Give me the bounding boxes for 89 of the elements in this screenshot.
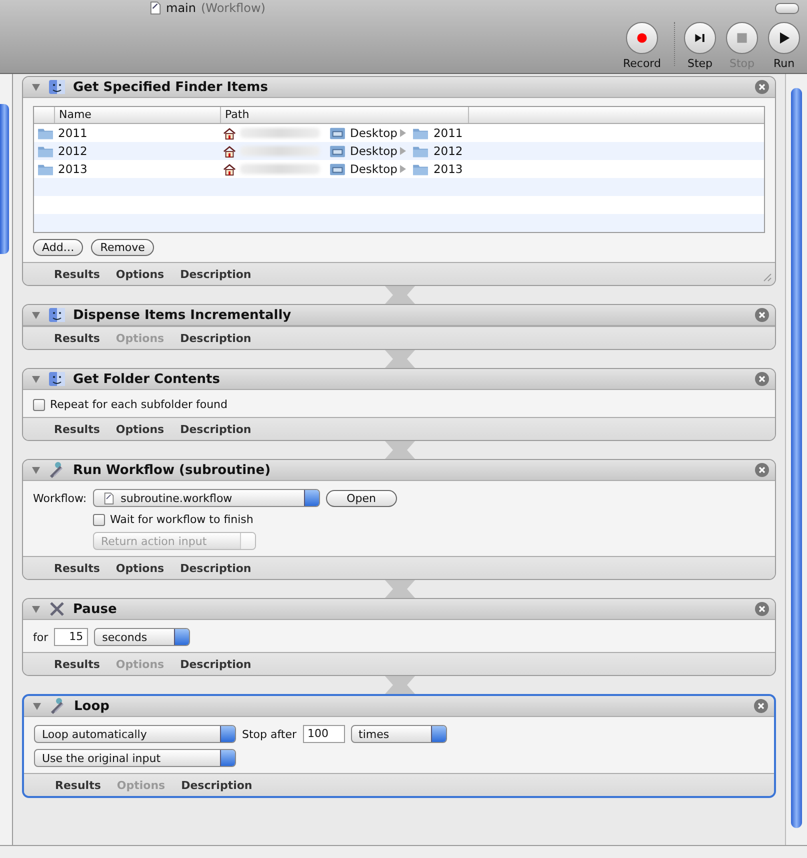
- popup-menu[interactable]: Use the original input: [34, 749, 236, 767]
- disclosure-triangle[interactable]: [31, 82, 41, 92]
- action-title: Get Specified Finder Items: [73, 80, 269, 94]
- action-title: Dispense Items Incrementally: [73, 308, 292, 322]
- path-label: 2011: [433, 126, 463, 140]
- action-tab[interactable]: Options: [116, 562, 164, 574]
- number-field[interactable]: 15: [54, 628, 88, 646]
- stop-icon: [734, 30, 750, 46]
- close-icon[interactable]: [755, 372, 769, 386]
- folder-icon: [412, 126, 430, 140]
- popup-menu[interactable]: Loop automatically: [34, 725, 236, 743]
- field-label: Workflow:: [33, 492, 87, 504]
- popup-menu[interactable]: subroutine.workflow: [92, 489, 320, 507]
- scroll-thumb[interactable]: [791, 88, 802, 828]
- path-label: Desktop: [350, 144, 398, 158]
- house-icon: [223, 162, 236, 176]
- action-title: Get Folder Contents: [73, 372, 221, 386]
- drive-icon: [329, 162, 346, 176]
- action-tab[interactable]: Description: [180, 422, 252, 436]
- folder-icon: [412, 144, 430, 158]
- push-button[interactable]: Remove: [91, 239, 154, 256]
- open-button[interactable]: Open: [326, 490, 398, 506]
- window-subtitle: (Workflow): [200, 1, 266, 15]
- window-title: main: [166, 1, 196, 15]
- resize-grip-icon[interactable]: [762, 272, 772, 282]
- push-button[interactable]: Add…: [33, 239, 84, 256]
- action-tab[interactable]: Description: [180, 562, 252, 574]
- path-label: 2013: [433, 162, 463, 176]
- path-label: 2012: [433, 144, 463, 158]
- action-tab[interactable]: Description: [181, 778, 252, 792]
- table-cell-text: 2013: [58, 162, 88, 176]
- path-label: Desktop: [350, 162, 398, 176]
- table-cell-text: 2011: [58, 126, 88, 140]
- checkbox-label: Repeat for each subfolder found: [50, 398, 228, 411]
- column-header[interactable]: Path: [221, 107, 469, 123]
- checkbox-label: Wait for workflow to finish: [110, 513, 254, 526]
- action-tab[interactable]: Results: [54, 422, 100, 436]
- table-cell-text: 2012: [58, 144, 88, 158]
- house-icon: [223, 126, 236, 140]
- scroll-thumb[interactable]: [0, 104, 9, 254]
- action-title: Loop: [74, 698, 110, 714]
- action-tab[interactable]: Options: [116, 268, 164, 280]
- checkbox[interactable]: [33, 398, 45, 410]
- action-tab[interactable]: Description: [180, 658, 252, 670]
- popup-menu[interactable]: times: [350, 725, 447, 743]
- path-label: Desktop: [350, 126, 398, 140]
- finder-icon: [48, 78, 66, 96]
- action-tab[interactable]: Options: [116, 422, 164, 436]
- chevron-icon: [400, 147, 406, 155]
- folder-icon: [412, 162, 430, 176]
- folder-icon: [37, 144, 54, 158]
- finder-icon: [48, 370, 66, 388]
- document-icon: [104, 492, 114, 504]
- disclosure-triangle[interactable]: [31, 374, 41, 384]
- action-tab[interactable]: Results: [54, 562, 100, 574]
- disclosure-triangle[interactable]: [32, 701, 42, 711]
- close-icon[interactable]: [755, 80, 769, 94]
- action-tab[interactable]: Results: [55, 778, 101, 792]
- close-icon[interactable]: [755, 308, 769, 322]
- action-tab[interactable]: Description: [180, 332, 252, 344]
- document-icon: [150, 1, 161, 15]
- drive-icon: [329, 126, 346, 140]
- close-icon[interactable]: [755, 463, 769, 477]
- chevron-icon: [400, 165, 406, 173]
- action-title: Run Workflow (subroutine): [73, 462, 272, 478]
- close-icon[interactable]: [755, 602, 769, 616]
- action-tab[interactable]: Description: [180, 268, 252, 280]
- folder-icon: [37, 162, 54, 176]
- finder-icon: [48, 306, 66, 324]
- close-icon[interactable]: [754, 699, 768, 713]
- disclosure-triangle[interactable]: [31, 604, 41, 614]
- disclosure-triangle[interactable]: [31, 310, 41, 320]
- house-icon: [223, 144, 236, 158]
- column-header[interactable]: Name: [55, 107, 221, 123]
- action-tab[interactable]: Results: [54, 268, 100, 280]
- action-tab[interactable]: Results: [54, 658, 100, 670]
- action-title: Pause: [73, 602, 118, 616]
- number-field[interactable]: 100: [302, 725, 345, 743]
- chevron-icon: [400, 129, 406, 137]
- drive-icon: [329, 144, 346, 158]
- checkbox[interactable]: [93, 514, 105, 526]
- popup-menu[interactable]: seconds: [94, 628, 190, 646]
- field-label: for: [33, 630, 48, 644]
- folder-icon: [37, 126, 54, 140]
- action-tab[interactable]: Results: [54, 332, 100, 344]
- toolbar-button[interactable]: [775, 3, 799, 14]
- disclosure-triangle[interactable]: [31, 465, 41, 475]
- field-label: Stop after: [242, 728, 297, 740]
- record-button[interactable]: Record: [616, 22, 668, 70]
